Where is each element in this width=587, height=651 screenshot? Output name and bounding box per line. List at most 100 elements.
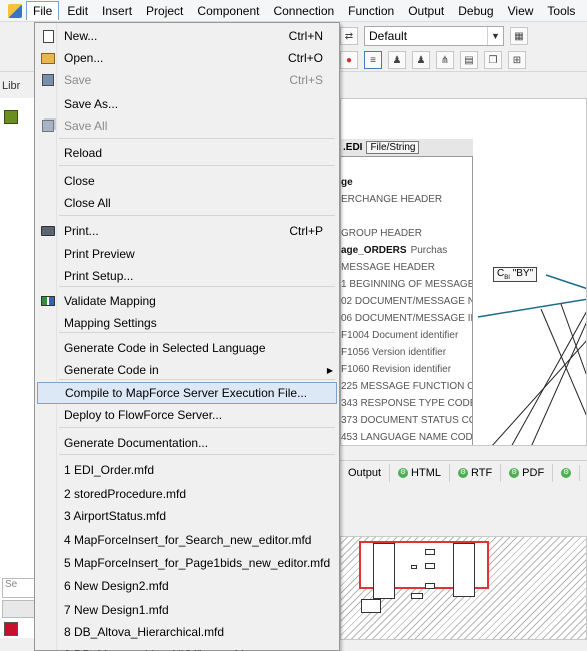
component-tree-row[interactable]: GROUP HEADER — [341, 225, 472, 242]
menu-view[interactable]: View — [502, 2, 540, 20]
language-icon[interactable]: ⇄ — [340, 27, 358, 45]
component-tree-row[interactable]: F1056 Version identifier — [341, 344, 472, 361]
menu-connection[interactable]: Connection — [267, 2, 340, 20]
menu-item-4-mapforceinsert-for-search-new-editor-mfd[interactable]: 4 MapForceInsert_for_Search_new_editor.m… — [37, 529, 337, 551]
menu-item-deploy-to-flowforce-server[interactable]: Deploy to FlowForce Server... — [37, 404, 337, 426]
library-search-input[interactable]: Se — [2, 578, 38, 598]
component-tree-row-label: F1060 Revision identifier — [341, 364, 452, 375]
component-tree-row[interactable]: 373 DOCUMENT STATUS CO — [341, 412, 472, 429]
menu-item-generate-code-in[interactable]: Generate Code in ▶ — [37, 359, 337, 381]
menu-item-9-db-managerlist-alloffices-mfd[interactable]: 9 DB_ManagerList_AllOffices.mfd — [37, 644, 337, 651]
menu-project[interactable]: Project — [140, 2, 189, 20]
component-tree-row[interactable]: 02 DOCUMENT/MESSAGE N — [341, 293, 472, 310]
tab-rtf[interactable]: ⚙ RTF — [450, 463, 502, 482]
align-icon[interactable]: ≡ — [364, 51, 382, 69]
menu-output[interactable]: Output — [402, 2, 450, 20]
component-tree-row[interactable]: 225 MESSAGE FUNCTION CO — [341, 378, 472, 395]
menu-debug[interactable]: Debug — [452, 2, 499, 20]
menu-item-label: Generate Code in — [64, 363, 159, 377]
menu-item-save-all[interactable]: Save All — [37, 115, 337, 137]
menu-insert[interactable]: Insert — [96, 2, 138, 20]
component-header[interactable]: .EDI File/String — [341, 139, 473, 157]
menu-item-new[interactable]: New... Ctrl+N — [37, 25, 337, 47]
menu-item-save[interactable]: Save Ctrl+S — [37, 69, 337, 91]
component-tree-row[interactable]: F1060 Revision identifier — [341, 361, 472, 378]
menu-item-label: 3 AirportStatus.mfd — [64, 509, 167, 523]
overview-block — [425, 549, 435, 555]
menu-item-validate-mapping[interactable]: Validate Mapping — [37, 290, 337, 312]
menu-item-print-preview[interactable]: Print Preview — [37, 243, 337, 265]
constant-value: "BY" — [512, 268, 534, 279]
component-tree-row[interactable]: ERCHANGE HEADER — [341, 191, 472, 208]
layout-icon[interactable]: ⊞ — [508, 51, 526, 69]
stop-icon[interactable]: ● — [340, 51, 358, 69]
tab-more[interactable]: ⚙ — [553, 464, 581, 481]
new-file-icon — [41, 29, 55, 43]
menu-item-label: Deploy to FlowForce Server... — [64, 408, 223, 422]
menu-item-open[interactable]: Open... Ctrl+O — [37, 47, 337, 69]
menu-separator — [59, 165, 335, 166]
menu-item-6-new-design2-mfd[interactable]: 6 New Design2.mfd — [37, 575, 337, 597]
overview-pane[interactable] — [340, 536, 587, 640]
mapping-canvas[interactable]: .EDI File/String ge ERCHANGE HEADER GROUP … — [340, 98, 587, 446]
menu-item-mapping-settings[interactable]: Mapping Settings — [37, 312, 337, 334]
tree-icon[interactable]: ⋔ — [436, 51, 454, 69]
menu-item-2-storedprocedure-mfd[interactable]: 2 storedProcedure.mfd — [37, 483, 337, 505]
component-tree-row[interactable] — [341, 157, 472, 174]
menu-component[interactable]: Component — [191, 2, 265, 20]
menu-edit[interactable]: Edit — [61, 2, 94, 20]
component-tree-row[interactable]: ge — [341, 174, 472, 191]
tab-pdf-label: PDF — [522, 466, 545, 479]
component-tree-row[interactable]: 06 DOCUMENT/MESSAGE ID — [341, 310, 472, 327]
overview-block — [411, 565, 417, 569]
options-icon[interactable]: ▦ — [510, 27, 528, 45]
menu-function[interactable]: Function — [342, 2, 400, 20]
group-icon[interactable]: ♟ — [388, 51, 406, 69]
menu-item-generate-documentation[interactable]: Generate Documentation... — [37, 432, 337, 454]
component-tree-row[interactable]: 343 RESPONSE TYPE CODE — [341, 395, 472, 412]
menu-item-1-edi-order-mfd[interactable]: 1 EDI_Order.mfd — [37, 459, 337, 481]
menu-item-compile-to-mapforce-server-execution-file[interactable]: Compile to MapForce Server Execution Fil… — [37, 382, 337, 404]
tab-pdf[interactable]: ⚙ PDF — [501, 463, 554, 482]
menu-item-5-mapforceinsert-for-page1bids-new-editor-mfd[interactable]: 5 MapForceInsert_for_Page1bids_new_edito… — [37, 552, 337, 574]
menu-item-label: Print Setup... — [64, 269, 134, 283]
menu-item-print-setup[interactable]: Print Setup... — [37, 265, 337, 287]
library-button[interactable] — [2, 600, 38, 618]
output-tabs: Output ⚙ HTML ⚙ RTF ⚙ PDF ⚙ — [340, 460, 587, 484]
component-tree-row[interactable]: 453 LANGUAGE NAME COD — [341, 429, 472, 445]
menu-item-close[interactable]: Close — [37, 170, 337, 192]
overview-block — [453, 543, 475, 597]
style-combo[interactable]: Default ▼ — [364, 26, 504, 46]
save-all-icon-shape — [42, 120, 54, 132]
menu-file[interactable]: File — [26, 1, 60, 20]
table-icon[interactable]: ▤ — [460, 51, 478, 69]
pdf-icon: ⚙ — [509, 467, 520, 478]
validate-icon-shape — [41, 296, 55, 306]
tab-html[interactable]: ⚙ HTML — [390, 463, 450, 482]
menu-item-label: Save — [64, 73, 92, 87]
menu-item-7-new-design1-mfd[interactable]: 7 New Design1.mfd — [37, 599, 337, 621]
menu-tools[interactable]: Tools — [541, 2, 581, 20]
component-file-string-tab[interactable]: File/String — [366, 141, 420, 154]
menu-item-8-db-altova-hierarchical-mfd[interactable]: 8 DB_Altova_Hierarchical.mfd — [37, 621, 337, 643]
connection-line — [492, 340, 586, 445]
menu-item-shortcut: Ctrl+O — [287, 51, 323, 65]
menu-item-generate-code-in-selected-language[interactable]: Generate Code in Selected Language — [37, 337, 337, 359]
menu-item-save-as[interactable]: Save As... — [37, 93, 337, 115]
menu-item-3-airportstatus-mfd[interactable]: 3 AirportStatus.mfd — [37, 505, 337, 527]
menu-item-reload[interactable]: Reload — [37, 142, 337, 164]
component-tree-row[interactable]: 1 BEGINNING OF MESSAGE — [341, 276, 472, 293]
group2-icon[interactable]: ♟ — [412, 51, 430, 69]
tab-output[interactable]: Output — [340, 463, 391, 482]
component-tree-row-label: 453 LANGUAGE NAME COD — [341, 432, 472, 443]
menu-item-close-all[interactable]: Close All — [37, 192, 337, 214]
component-tree-row[interactable] — [341, 208, 472, 225]
component-tree-row[interactable]: F1004 Document identifier — [341, 327, 472, 344]
component-tree-row[interactable]: MESSAGE HEADER — [341, 259, 472, 276]
copy-icon[interactable]: ❐ — [484, 51, 502, 69]
constant-node[interactable]: CBI "BY" — [493, 267, 538, 282]
component-tree-row[interactable]: age_ORDERS Purchas — [341, 242, 472, 259]
menu-item-print[interactable]: Print... Ctrl+P — [37, 220, 337, 242]
new-file-icon-shape — [42, 29, 54, 43]
overview-block — [361, 599, 381, 613]
